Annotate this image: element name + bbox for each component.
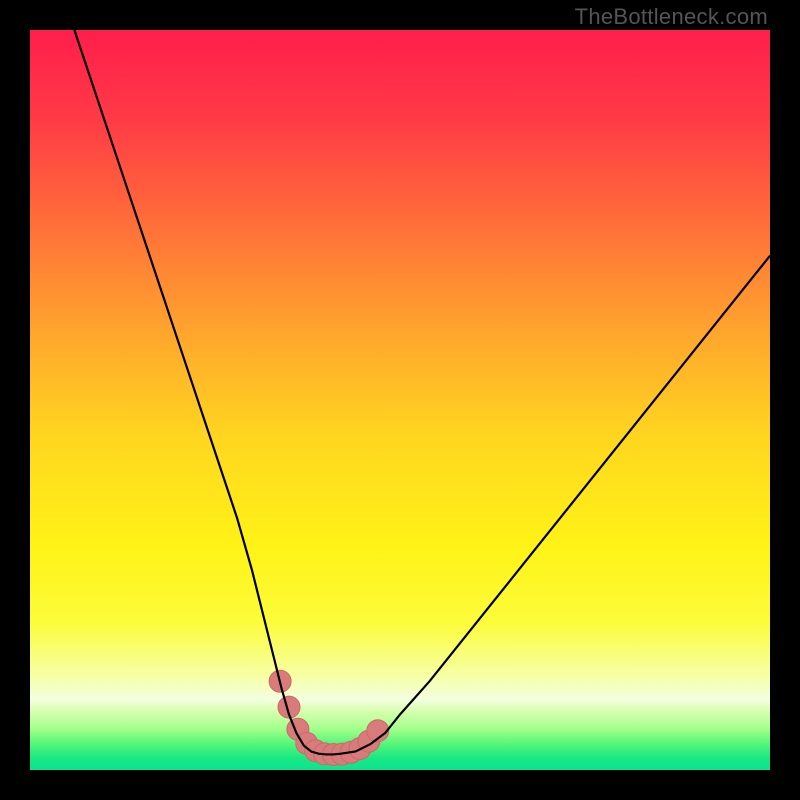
outer-frame: TheBottleneck.com: [0, 0, 800, 800]
watermark-label: TheBottleneck.com: [575, 4, 768, 30]
gradient-background: [30, 30, 770, 770]
chart-svg: [30, 30, 770, 770]
plot-area: [30, 30, 770, 770]
